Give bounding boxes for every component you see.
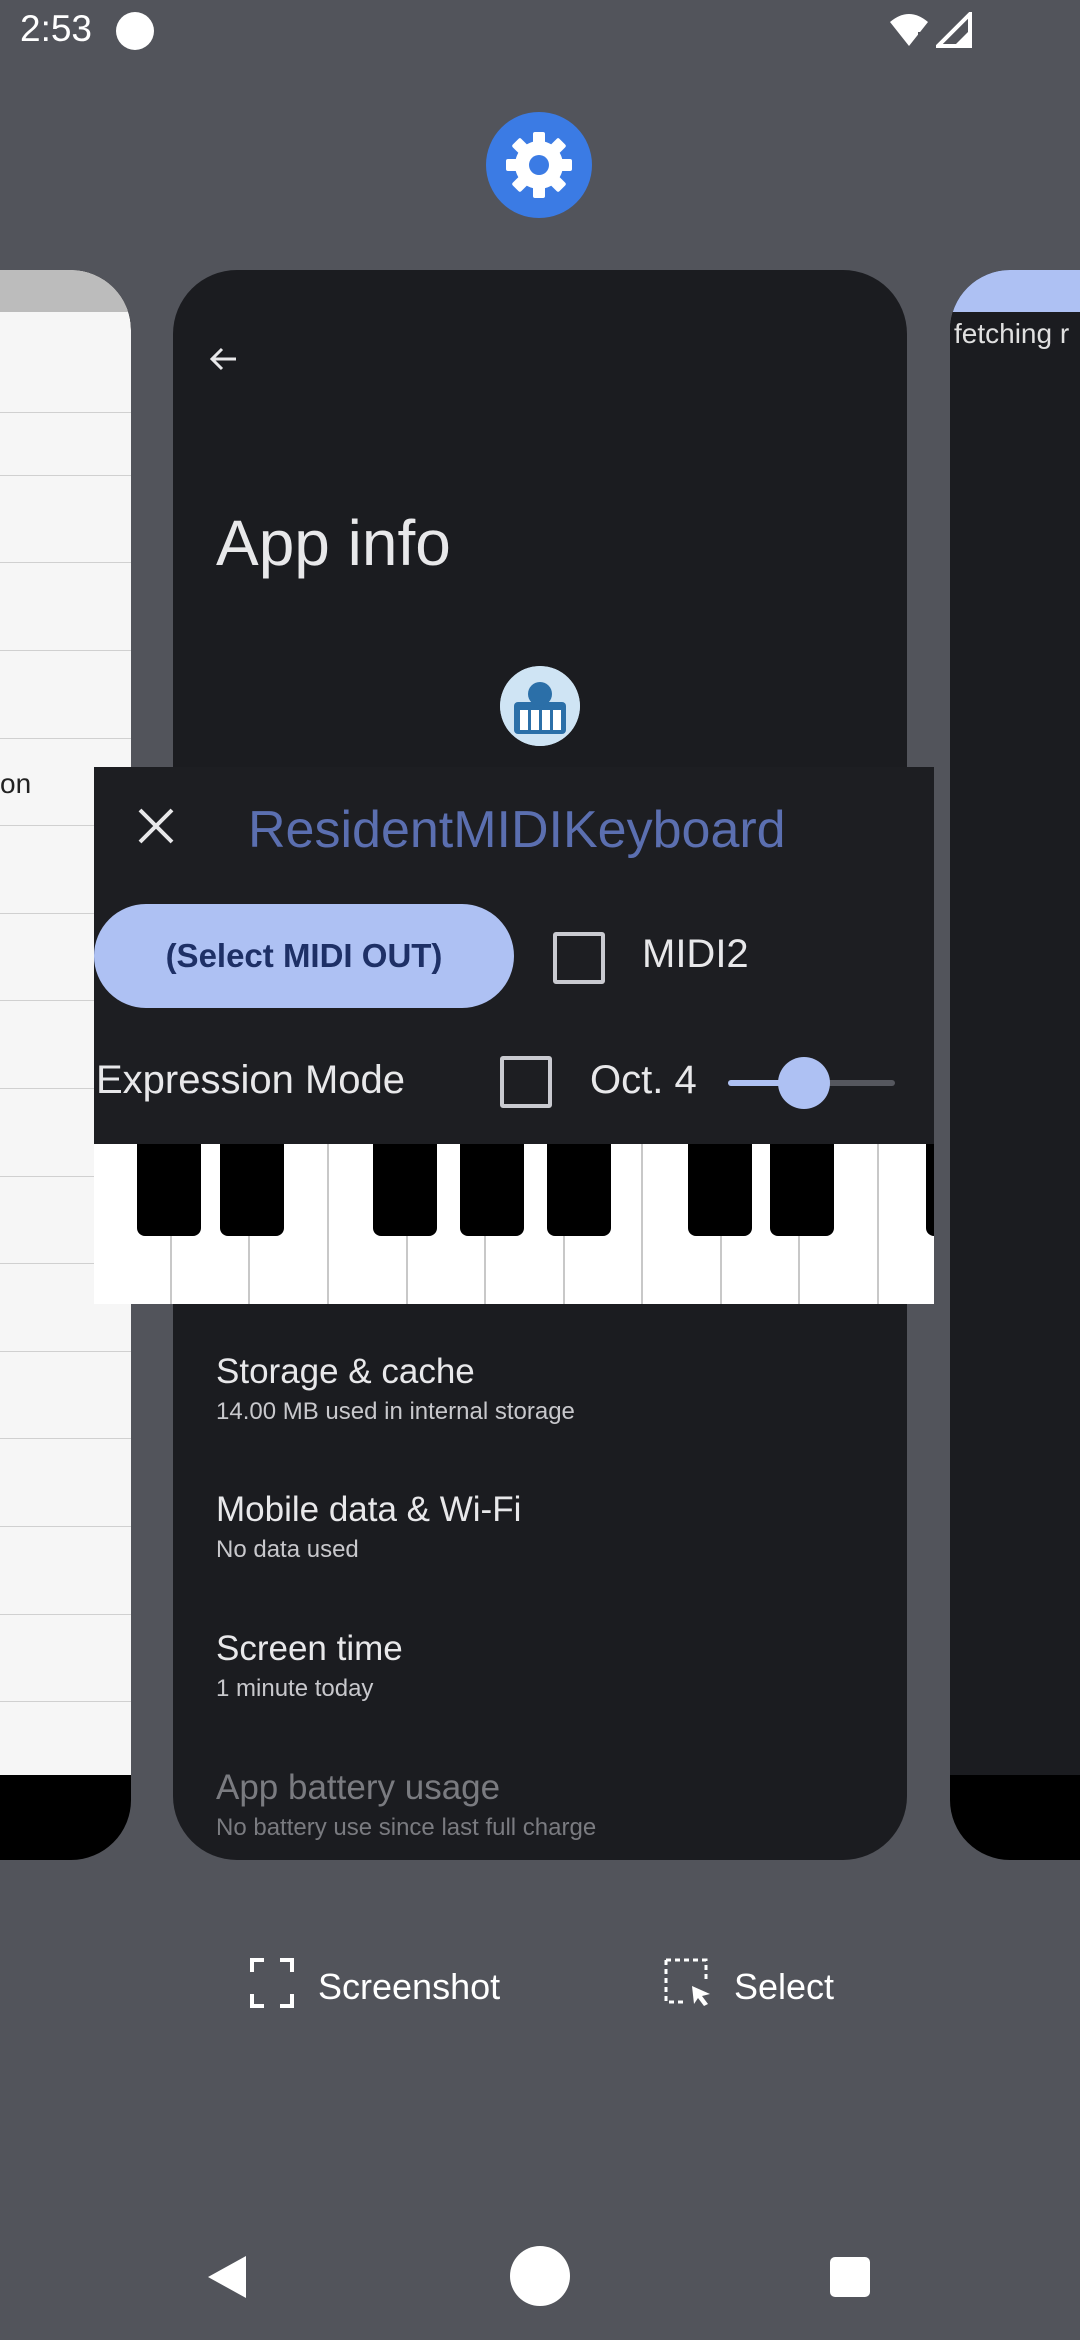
settings-gear-icon[interactable] [486, 112, 592, 218]
octave-slider-thumb[interactable] [778, 1057, 830, 1109]
black-key[interactable] [373, 1144, 437, 1236]
right-card-text: fetching r [954, 318, 1070, 349]
status-time: 2:53 [20, 8, 93, 49]
black-key[interactable] [688, 1144, 752, 1236]
midi2-checkbox[interactable] [553, 932, 605, 984]
black-key[interactable] [137, 1144, 201, 1236]
screenshot-button[interactable]: Screenshot [318, 1966, 500, 2008]
resident-midi-app-icon [500, 666, 580, 746]
notification-dot-icon [116, 12, 154, 50]
screen-time-subtitle: 1 minute today [216, 1675, 374, 1702]
black-key[interactable] [220, 1144, 284, 1236]
recent-app-card-right[interactable]: fetching r [950, 270, 1080, 1860]
expression-mode-checkbox[interactable] [500, 1056, 552, 1108]
black-key[interactable] [460, 1144, 524, 1236]
signal-icon [936, 12, 972, 48]
select-button[interactable]: Select [734, 1966, 834, 2008]
close-icon[interactable] [136, 806, 176, 846]
piano-keyboard[interactable] [94, 1144, 934, 1304]
black-key[interactable] [926, 1144, 934, 1236]
select-icon[interactable] [664, 1958, 712, 2008]
midi-app-title: ResidentMIDIKeyboard [248, 801, 786, 859]
battery-usage-title[interactable]: App battery usage [216, 1768, 500, 1808]
page-title: App info [216, 507, 451, 579]
storage-cache-title[interactable]: Storage & cache [216, 1352, 475, 1392]
mobile-data-subtitle: No data used [216, 1536, 359, 1563]
black-key[interactable] [770, 1144, 834, 1236]
screen-time-title[interactable]: Screen time [216, 1629, 403, 1669]
midi2-label: MIDI2 [642, 932, 749, 976]
nav-back-icon[interactable] [204, 2254, 250, 2300]
expression-mode-label: Expression Mode [96, 1058, 406, 1102]
storage-cache-subtitle: 14.00 MB used in internal storage [216, 1398, 575, 1425]
left-card-text: on [0, 768, 32, 799]
screenshot-icon[interactable] [250, 1958, 294, 2008]
nav-recents-icon[interactable] [830, 2257, 870, 2297]
mobile-data-title[interactable]: Mobile data & Wi-Fi [216, 1490, 521, 1530]
back-arrow-icon[interactable] [208, 343, 240, 375]
octave-label: Oct. 4 [590, 1058, 697, 1102]
battery-usage-subtitle: No battery use since last full charge [216, 1814, 597, 1841]
select-midi-out-button[interactable]: (Select MIDI OUT) [94, 904, 514, 1008]
wifi-icon [890, 14, 928, 46]
nav-home-icon[interactable] [510, 2246, 570, 2306]
black-key[interactable] [547, 1144, 611, 1236]
